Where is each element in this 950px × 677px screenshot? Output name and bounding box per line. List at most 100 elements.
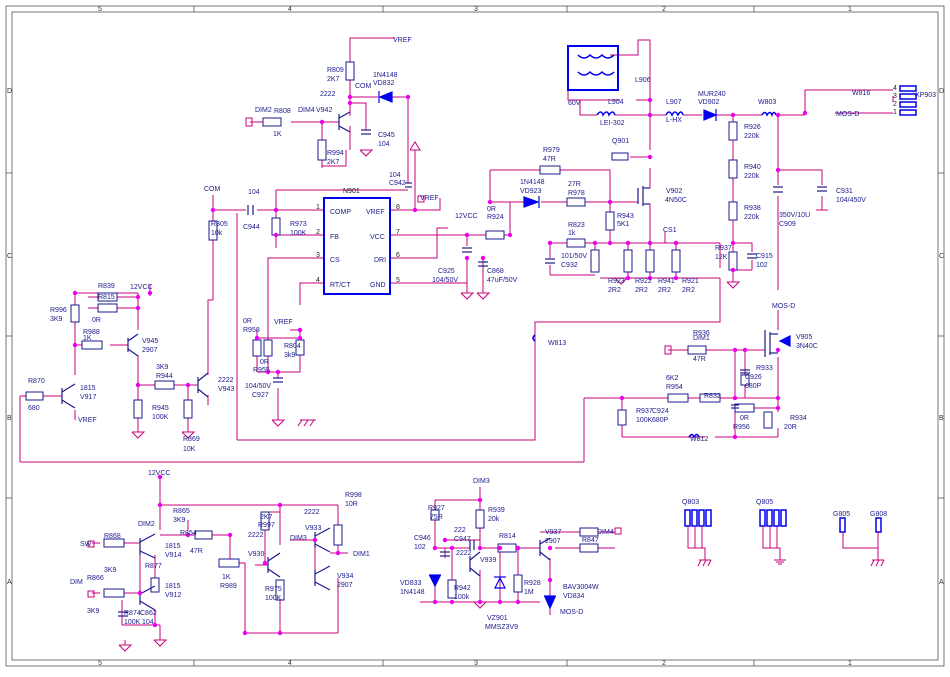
diode-v905-body — [778, 335, 791, 347]
ref-r839: R839 — [98, 283, 115, 290]
value-c946: 102 — [414, 544, 426, 551]
value-r978: 27R — [568, 181, 581, 188]
net-label-60v: 60V — [568, 100, 581, 107]
ref-r877: R877 — [145, 563, 162, 570]
ref-r928: R928 — [524, 580, 541, 587]
ref-r809: R809 — [327, 67, 344, 74]
value-c942: 104 — [389, 172, 401, 179]
ref-q805: Q805 — [756, 499, 773, 506]
value-r975: 100K — [265, 595, 282, 602]
ref-r866: R866 — [87, 575, 104, 582]
value-v937: 2907 — [545, 538, 561, 545]
resistor-r877 — [150, 577, 160, 593]
row-label: B — [7, 415, 12, 422]
resistor-r958 — [252, 339, 262, 357]
value-v939: 2222 — [456, 550, 472, 557]
col-label: 1 — [848, 6, 852, 13]
ref-c946: C946 — [414, 535, 431, 542]
net-label-dim3: DIM3 — [290, 535, 307, 542]
col-label: 5 — [98, 6, 102, 13]
value-r939: 20k — [488, 516, 500, 523]
value-l904: LEI-302 — [600, 120, 625, 127]
transformer-lei302 — [567, 45, 619, 91]
net-label-12vcc: 12VCC — [148, 470, 171, 477]
ref-vd833: VD833 — [400, 580, 422, 587]
resistor-r809 — [345, 61, 355, 81]
resistor-r989 — [218, 558, 240, 568]
value-r979: 47R — [543, 156, 556, 163]
ic-pin-name: RT/CT — [330, 282, 351, 289]
resistor-r955 — [263, 339, 273, 357]
ref-r927: R927 — [428, 505, 445, 512]
resistor-r868 — [103, 538, 125, 548]
ref-r979: R979 — [543, 147, 560, 154]
ic-pin-number: 4 — [316, 277, 320, 284]
resistor-r847 — [579, 543, 599, 553]
row-label: D — [939, 88, 944, 95]
value-r804: 3k9 — [284, 352, 295, 359]
ref-w812: W812 — [690, 436, 708, 443]
connector-pin — [759, 509, 766, 527]
diode-vd834 — [544, 596, 556, 610]
value-v912: 1815 — [165, 583, 181, 590]
ref-vd834: VD834 — [563, 593, 585, 600]
value-r921: 2R2 — [682, 287, 695, 294]
ref-r941: R941 — [658, 278, 675, 285]
value-r924: 0R — [487, 206, 496, 213]
connector-pin — [899, 85, 917, 92]
value-r941: 2R2 — [658, 287, 671, 294]
ref-c945: C945 — [378, 132, 395, 139]
net-label-12vcc: 12VCC — [455, 213, 478, 220]
ref-r937b: R937 — [636, 408, 653, 415]
resistor-r978 — [566, 197, 586, 207]
resistor-r936 — [687, 345, 707, 355]
value-r937b: 100K — [636, 417, 653, 424]
net-label-vref: VREF — [78, 417, 97, 424]
value-l907: L-HX — [666, 117, 682, 124]
ref-r996: R996 — [50, 307, 67, 314]
ref-c868: C868 — [487, 268, 504, 275]
ref-vz901: VZ901 — [487, 615, 508, 622]
resistor-r866 — [103, 588, 125, 598]
net-label-dim2: DIM2 — [255, 107, 272, 114]
value-c868: 47uF/50V — [487, 277, 518, 284]
value-r956: 0R — [740, 415, 749, 422]
connector-pin — [773, 509, 780, 527]
ic-pin-number: 8 — [396, 204, 400, 211]
inductor-l904 — [596, 111, 616, 117]
connector-leads — [687, 526, 879, 560]
connector-pin — [698, 509, 705, 527]
value-r998: 10R — [345, 501, 358, 508]
row-label: D — [7, 88, 12, 95]
value-r954: 6K2 — [666, 375, 679, 382]
ref-r940: R940 — [744, 164, 761, 171]
col-label: 4 — [288, 6, 292, 13]
ref-r922: R922 — [635, 278, 652, 285]
ref-r998: R998 — [345, 492, 362, 499]
net-label-12vcc: 12VCC — [130, 284, 153, 291]
resistor-r808 — [262, 117, 282, 127]
ref-r804: R804 — [284, 343, 301, 350]
ref-r975: R975 — [265, 586, 282, 593]
resistor-r854 — [194, 530, 213, 540]
col-label: 1 — [848, 660, 852, 667]
ref-c944: C944 — [243, 224, 260, 231]
value-vd833: 1N4148 — [400, 589, 425, 596]
value-v934: 2907 — [337, 582, 353, 589]
pin-number: 1 — [893, 109, 897, 116]
value-c924: 680P — [652, 417, 669, 424]
pin-number: 2 — [893, 101, 897, 108]
ref-c942: C942 — [389, 180, 406, 187]
value-vd832: 1N4148 — [373, 72, 398, 79]
value-c926: 680P — [745, 383, 762, 390]
resistor-r979 — [539, 165, 561, 175]
ref-v943: V943 — [218, 386, 234, 393]
ic-n901: N901 COMP FB CS RT/CT VREF VCC DRI GND 1… — [316, 188, 400, 295]
value-r958: 0R — [243, 318, 252, 325]
row-label: C — [939, 253, 944, 260]
ref-r847: R847 — [582, 537, 599, 544]
row-label: A — [7, 579, 12, 586]
row-label: A — [939, 579, 944, 586]
ref-r939: R939 — [488, 507, 505, 514]
ref-q803: Q803 — [682, 499, 699, 506]
